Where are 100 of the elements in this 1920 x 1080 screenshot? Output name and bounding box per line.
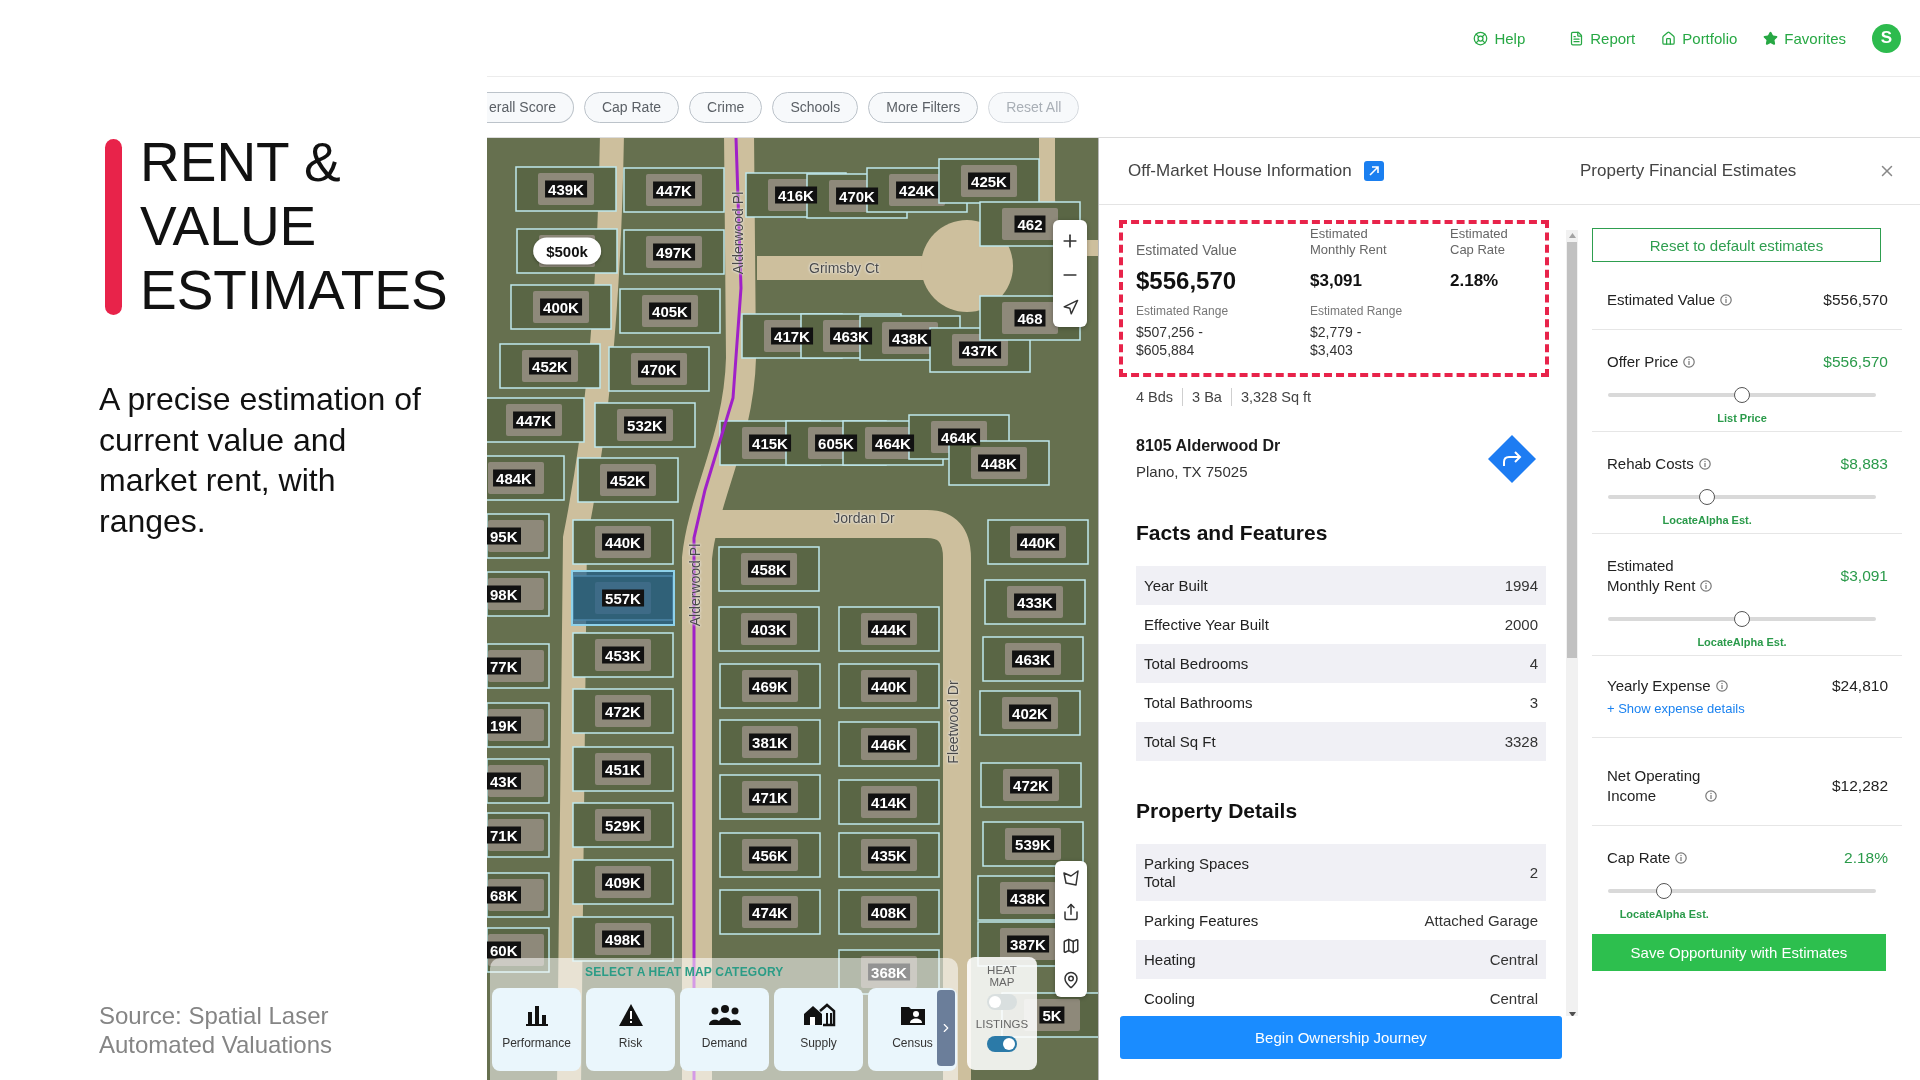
- filter-button[interactable]: Crime: [689, 91, 763, 123]
- price-label[interactable]: 387K: [1007, 935, 1049, 953]
- price-label[interactable]: 402K: [1009, 704, 1051, 722]
- price-label[interactable]: 484K: [493, 469, 535, 487]
- info-icon[interactable]: [1700, 580, 1713, 592]
- directions-icon[interactable]: [1488, 435, 1536, 483]
- show-details-link[interactable]: + Show expense details: [1607, 700, 1745, 718]
- price-label[interactable]: 433K: [1014, 593, 1056, 611]
- filter-button[interactable]: Cap Rate: [583, 91, 680, 123]
- price-label[interactable]: 71K: [487, 826, 521, 844]
- price-label[interactable]: 539K: [1012, 835, 1054, 853]
- price-label[interactable]: 456K: [749, 846, 791, 864]
- price-label[interactable]: 452K: [529, 357, 571, 375]
- filter-button[interactable]: More Filters: [868, 91, 979, 123]
- price-label[interactable]: 77K: [487, 657, 521, 675]
- price-label[interactable]: 5K: [1039, 1006, 1065, 1024]
- price-label[interactable]: 471K: [749, 788, 791, 806]
- price-label[interactable]: 440K: [1017, 533, 1059, 551]
- price-label[interactable]: 444K: [868, 620, 910, 638]
- price-label[interactable]: 557K: [602, 589, 644, 607]
- price-label[interactable]: 95K: [487, 527, 521, 545]
- price-label[interactable]: 424K: [896, 181, 938, 199]
- info-icon[interactable]: [1705, 790, 1718, 802]
- heat-map-category[interactable]: Performance: [492, 988, 581, 1071]
- price-label[interactable]: 469K: [749, 677, 791, 695]
- heat-map-category[interactable]: Risk: [586, 988, 675, 1071]
- price-label[interactable]: 446K: [868, 735, 910, 753]
- price-label[interactable]: 68K: [487, 886, 521, 904]
- info-icon[interactable]: [1715, 680, 1728, 692]
- price-label[interactable]: 463K: [830, 327, 872, 345]
- scroll-down-icon[interactable]: [1568, 1012, 1576, 1016]
- price-label[interactable]: 439K: [545, 180, 587, 198]
- price-label[interactable]: 437K: [959, 341, 1001, 359]
- price-label[interactable]: 472K: [602, 702, 644, 720]
- info-icon[interactable]: [1720, 294, 1733, 306]
- price-bubble[interactable]: $500k: [533, 237, 601, 265]
- map-pin-icon[interactable]: [1062, 971, 1080, 989]
- price-label[interactable]: 448K: [978, 454, 1020, 472]
- price-label[interactable]: 497K: [653, 243, 695, 261]
- price-label[interactable]: 425K: [968, 172, 1010, 190]
- heat-map-category[interactable]: Supply: [774, 988, 863, 1071]
- price-label[interactable]: 381K: [749, 733, 791, 751]
- price-label[interactable]: 470K: [836, 187, 878, 205]
- price-label[interactable]: 440K: [868, 677, 910, 695]
- info-icon[interactable]: [1675, 852, 1688, 864]
- price-label[interactable]: 447K: [653, 181, 695, 199]
- price-label[interactable]: 438K: [889, 329, 931, 347]
- price-label[interactable]: 19K: [487, 716, 521, 734]
- price-label[interactable]: 400K: [540, 298, 582, 316]
- polygon-icon[interactable]: [1062, 869, 1080, 887]
- filter-button[interactable]: erall Score: [487, 91, 574, 123]
- price-label[interactable]: 462: [1014, 215, 1046, 233]
- slider-thumb[interactable]: [1699, 489, 1716, 505]
- price-label[interactable]: 405K: [649, 302, 691, 320]
- heat-map-category[interactable]: Census: [868, 988, 957, 1071]
- external-link-icon[interactable]: [1363, 161, 1384, 181]
- heat-map-category[interactable]: Demand: [680, 988, 769, 1071]
- price-label[interactable]: 435K: [868, 846, 910, 864]
- price-label[interactable]: 417K: [771, 327, 813, 345]
- slider-thumb[interactable]: [1656, 883, 1673, 899]
- filter-button[interactable]: Schools: [772, 91, 859, 123]
- price-label[interactable]: 43K: [487, 772, 521, 790]
- navigation-arrow-icon[interactable]: [1061, 299, 1079, 316]
- price-label[interactable]: 463K: [1012, 650, 1054, 668]
- map-icon[interactable]: [1062, 937, 1080, 955]
- price-label[interactable]: 458K: [748, 560, 790, 578]
- info-icon[interactable]: [1683, 356, 1696, 368]
- slider-thumb[interactable]: [1734, 611, 1750, 627]
- scrollbar[interactable]: [1566, 230, 1578, 1016]
- price-label[interactable]: 438K: [1007, 889, 1049, 907]
- info-icon[interactable]: [1698, 458, 1711, 470]
- price-label[interactable]: 440K: [602, 533, 644, 551]
- price-label[interactable]: 605K: [815, 434, 857, 452]
- price-label[interactable]: 403K: [748, 620, 790, 638]
- price-label[interactable]: 451K: [602, 760, 644, 778]
- price-label[interactable]: 529K: [602, 816, 644, 834]
- price-label[interactable]: 409K: [602, 873, 644, 891]
- scrollbar-thumb[interactable]: [1567, 242, 1577, 658]
- price-label[interactable]: 453K: [602, 646, 644, 664]
- price-label[interactable]: 474K: [749, 903, 791, 921]
- scroll-up-icon[interactable]: [1568, 233, 1576, 238]
- price-label[interactable]: 414K: [868, 793, 910, 811]
- toggle-switch[interactable]: [987, 994, 1017, 1010]
- price-label[interactable]: 464K: [938, 428, 980, 446]
- price-label[interactable]: 415K: [749, 434, 791, 452]
- price-label[interactable]: 447K: [513, 411, 555, 429]
- price-label[interactable]: 468: [1014, 309, 1046, 327]
- slider-thumb[interactable]: [1734, 387, 1750, 403]
- price-label[interactable]: 498K: [602, 930, 644, 948]
- reset-button[interactable]: Reset to default estimates: [1592, 228, 1881, 262]
- price-label[interactable]: 416K: [775, 186, 817, 204]
- price-label[interactable]: 452K: [607, 471, 649, 489]
- price-label[interactable]: 470K: [638, 360, 680, 378]
- price-label[interactable]: 98K: [487, 585, 521, 603]
- price-label[interactable]: 532K: [624, 416, 666, 434]
- price-label[interactable]: 408K: [868, 903, 910, 921]
- price-label[interactable]: 472K: [1010, 776, 1052, 794]
- toggle-switch[interactable]: [987, 1036, 1017, 1052]
- price-label[interactable]: 60K: [487, 941, 521, 959]
- share-icon[interactable]: [1062, 903, 1080, 921]
